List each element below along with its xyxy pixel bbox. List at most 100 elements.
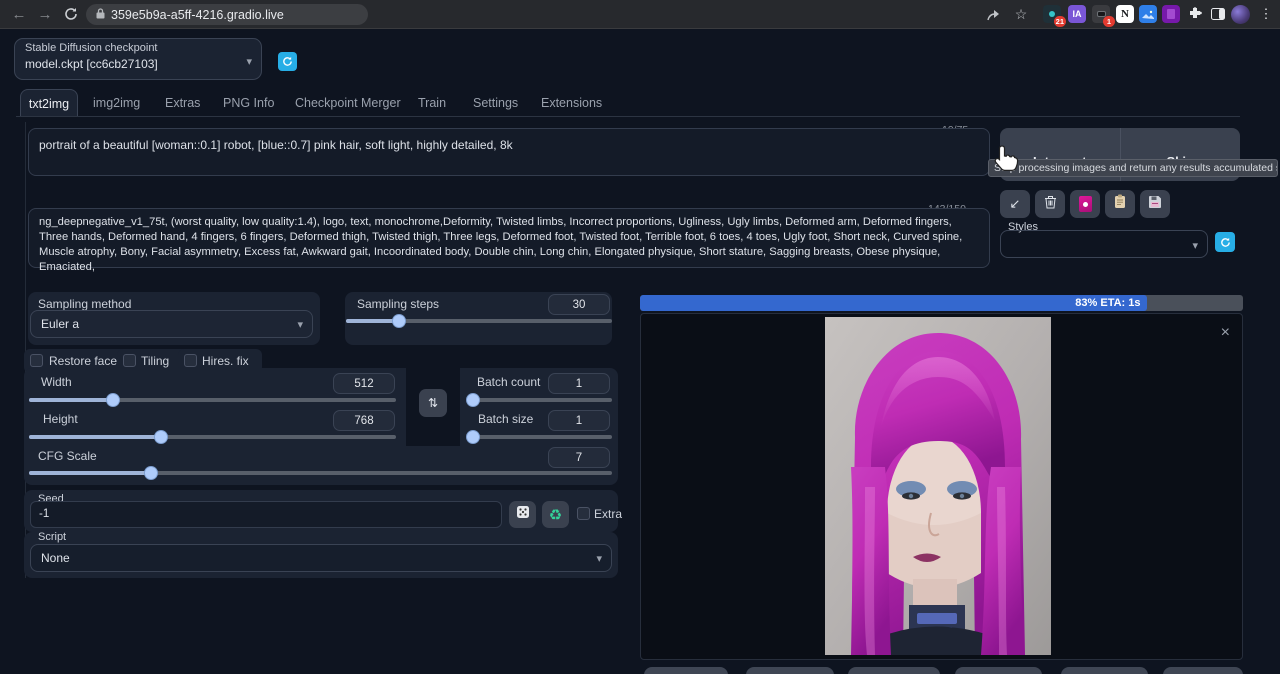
browser-menu-icon[interactable]: ⋮ (1255, 3, 1277, 25)
close-preview-button[interactable]: × (1221, 326, 1230, 340)
lock-icon (96, 6, 105, 24)
tab-extras[interactable]: Extras (165, 96, 200, 110)
restore-faces-checkbox[interactable] (30, 354, 43, 367)
extra-networks-button[interactable] (1070, 190, 1100, 218)
tab-extensions[interactable]: Extensions (541, 96, 602, 110)
extensions-puzzle-icon[interactable] (1186, 5, 1204, 23)
url-text: 359e5b9a-a5ff-4216.gradio.live (111, 8, 284, 22)
extra-seed-checkbox[interactable] (577, 507, 590, 520)
hand-cursor (993, 144, 1019, 181)
height-slider[interactable] (29, 435, 396, 439)
height-value[interactable]: 768 (333, 410, 395, 431)
negative-prompt-text: ng_deepnegative_v1_75t, (worst quality, … (29, 209, 989, 281)
save-style-button[interactable] (1140, 190, 1170, 218)
width-label: Width (41, 375, 72, 389)
slider-handle[interactable] (154, 430, 168, 444)
send-to-extras-button[interactable] (1061, 667, 1148, 674)
checkpoint-label: Stable Diffusion checkpoint (25, 42, 158, 54)
swap-dimensions-button[interactable]: ⇅ (419, 389, 447, 417)
hires-fix-label: Hires. fix (202, 354, 249, 368)
hires-fix-checkbox[interactable] (184, 354, 197, 367)
checkpoint-value: model.ckpt [cc6cb27103] (25, 57, 158, 71)
swap-arrows-icon: ⇅ (428, 396, 438, 410)
profile-avatar[interactable] (1231, 5, 1250, 24)
ext-notion-icon[interactable]: N (1116, 5, 1134, 23)
batch-count-label: Batch count (477, 375, 540, 389)
url-bar[interactable]: 359e5b9a-a5ff-4216.gradio.live (86, 4, 368, 25)
random-seed-button[interactable] (509, 501, 536, 528)
share-icon[interactable] (983, 3, 1005, 25)
ext-screenshot-badge: 1 (1103, 16, 1115, 27)
chevron-down-icon: ▾ (297, 318, 303, 331)
tiling-checkbox[interactable] (123, 354, 136, 367)
bookmark-star-icon[interactable]: ☆ (1010, 3, 1032, 25)
tab-img2img[interactable]: img2img (93, 96, 140, 110)
apply-style-button[interactable] (1105, 190, 1135, 218)
chevron-down-icon: ▾ (596, 552, 602, 565)
reuse-seed-button[interactable]: ♻ (542, 501, 569, 528)
send-to-img2img-button[interactable] (848, 667, 940, 674)
tabs-underline (16, 116, 1240, 117)
paste-params-button[interactable]: ↙ (1000, 190, 1030, 218)
checkpoint-refresh-button[interactable] (278, 52, 297, 71)
width-value[interactable]: 512 (333, 373, 395, 394)
sampling-steps-slider[interactable] (346, 319, 612, 323)
ext-office-icon[interactable] (1162, 5, 1180, 23)
open-folder-button[interactable] (1163, 667, 1243, 674)
script-label: Script (38, 531, 66, 543)
prompt-text: portrait of a beautiful [woman::0.1] rob… (29, 129, 989, 161)
send-to-inpaint-button[interactable] (955, 667, 1042, 674)
batch-size-slider[interactable] (467, 435, 612, 439)
batch-size-label: Batch size (478, 412, 533, 426)
prompt-input[interactable]: portrait of a beautiful [woman::0.1] rob… (28, 128, 990, 176)
back-icon[interactable]: ← (8, 3, 30, 25)
cfg-scale-slider[interactable] (29, 471, 612, 475)
sampling-method-dropdown[interactable]: Euler a ▾ (30, 310, 313, 338)
reload-icon[interactable] (60, 3, 82, 25)
progress-fill: 83% ETA: 1s (640, 295, 1147, 311)
seed-input[interactable]: -1 (30, 501, 502, 528)
browser-toolbar: ← → 359e5b9a-a5ff-4216.gradio.live ☆ 21 … (0, 0, 1280, 29)
height-label: Height (43, 412, 78, 426)
ext-ia-icon[interactable]: IA (1068, 5, 1086, 23)
clear-prompt-button[interactable] (1035, 190, 1065, 218)
sampling-steps-value[interactable]: 30 (548, 294, 610, 315)
negative-prompt-input[interactable]: ng_deepnegative_v1_75t, (worst quality, … (28, 208, 990, 268)
cfg-scale-label: CFG Scale (38, 449, 97, 463)
ext-screenshot-icon[interactable]: 1 (1092, 5, 1110, 23)
tab-checkpoint-merger[interactable]: Checkpoint Merger (295, 96, 401, 110)
zip-button[interactable] (746, 667, 834, 674)
batch-count-value[interactable]: 1 (548, 373, 610, 394)
ext-photos-icon[interactable] (1139, 5, 1157, 23)
sampling-method-label: Sampling method (38, 297, 131, 311)
tab-settings[interactable]: Settings (473, 96, 518, 110)
trash-icon (1044, 195, 1057, 214)
ext-pin-badge: 21 (1054, 16, 1066, 27)
floppy-disk-icon (1148, 195, 1162, 214)
tab-txt2img[interactable]: txt2img (20, 89, 78, 117)
script-dropdown[interactable]: None ▾ (30, 544, 612, 572)
recycle-icon: ♻ (549, 506, 562, 524)
progress-label: 83% ETA: 1s (1075, 297, 1140, 309)
app-window: ← → 359e5b9a-a5ff-4216.gradio.live ☆ 21 … (0, 0, 1280, 674)
cfg-scale-value[interactable]: 7 (548, 447, 610, 468)
tab-png-info[interactable]: PNG Info (223, 96, 274, 110)
slider-handle[interactable] (466, 430, 480, 444)
side-panel-icon[interactable] (1209, 5, 1227, 23)
generated-image[interactable] (825, 317, 1051, 655)
forward-icon[interactable]: → (34, 3, 56, 25)
checkpoint-dropdown[interactable]: Stable Diffusion checkpoint model.ckpt [… (14, 38, 262, 80)
batch-size-value[interactable]: 1 (548, 410, 610, 431)
interrupt-tooltip: Stop processing images and return any re… (988, 159, 1278, 177)
chevron-down-icon: ▾ (246, 55, 252, 68)
width-slider[interactable] (29, 398, 396, 402)
batch-count-slider[interactable] (467, 398, 612, 402)
ext-pin-icon[interactable]: 21 (1043, 5, 1061, 23)
save-button[interactable] (644, 667, 728, 674)
tiling-label: Tiling (141, 354, 169, 368)
tab-train[interactable]: Train (418, 96, 446, 110)
sampling-steps-label: Sampling steps (357, 297, 439, 311)
slider-handle[interactable] (466, 393, 480, 407)
styles-dropdown[interactable]: ▾ (1000, 230, 1208, 258)
styles-refresh-button[interactable] (1215, 232, 1235, 252)
